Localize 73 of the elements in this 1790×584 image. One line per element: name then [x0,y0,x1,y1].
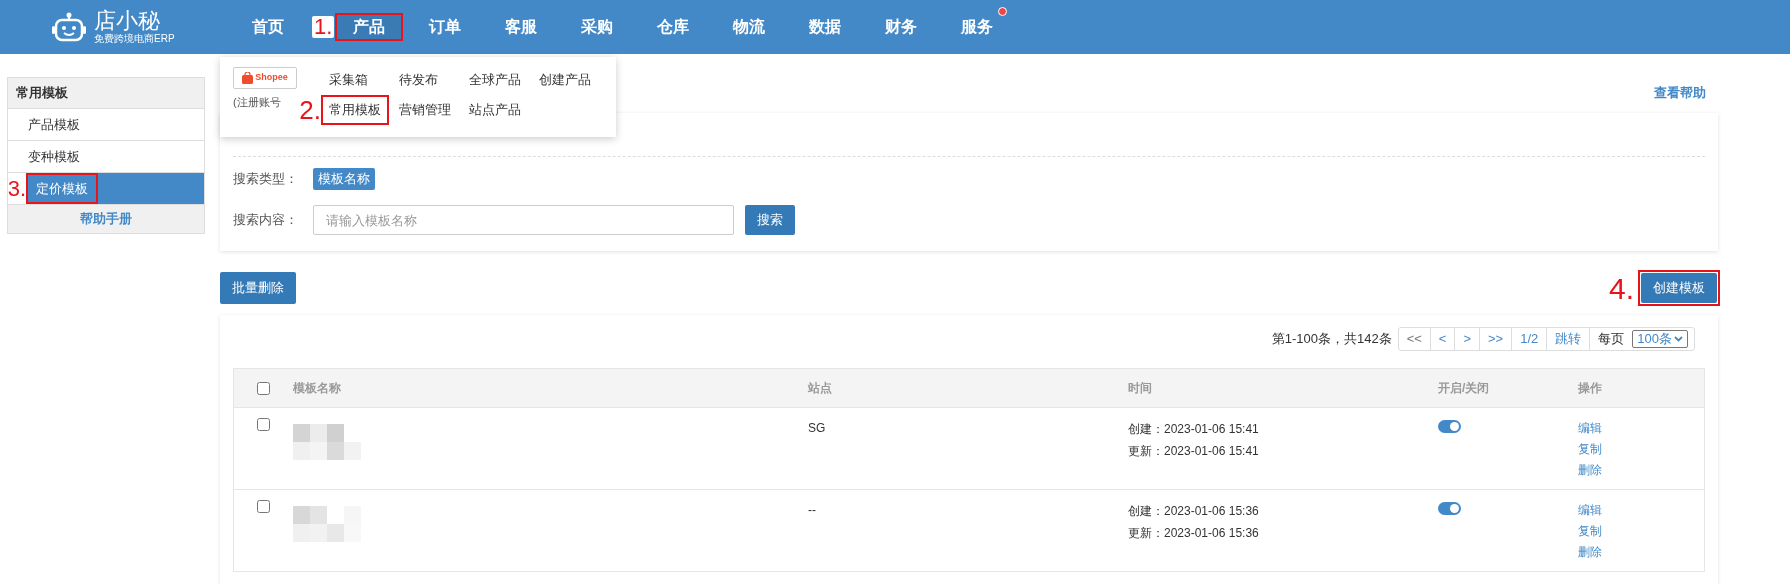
sidebar-item[interactable]: 变种模板 [8,141,204,172]
filter-label: 搜索类型： [233,170,299,189]
menu-item[interactable]: 采集箱 [323,67,374,93]
menu-item[interactable]: 营销管理 [393,97,457,123]
site-cell: -- [808,503,816,517]
sidebar-item[interactable]: 定价模板 [26,173,204,204]
updated-time: 更新：2023-01-06 15:41 [1128,443,1260,460]
menu-item[interactable]: 待发布 [393,67,444,93]
pagination-button[interactable]: 1/2 [1512,328,1548,350]
menu-item[interactable]: 全球产品 [463,67,527,93]
register-note: (注册账号 [233,95,281,110]
blurred-name-drawing [293,424,361,460]
help-manual-link[interactable]: 帮助手册 [8,205,204,233]
nav-tab[interactable]: 产品 [337,15,402,39]
search-field[interactable]: 请输入模板名称 [313,205,734,235]
pagination-button[interactable]: << [1398,328,1431,350]
nav-tab[interactable]: 物流 [717,15,782,39]
blurred-name-drawing [293,506,361,542]
nav-tab[interactable]: 仓库 [641,15,706,39]
nav-tab[interactable]: 财务 [869,15,934,39]
created-time: 创建：2023-01-06 15:36 [1128,503,1260,520]
step-number: 4. [1608,274,1634,304]
filter-label: 搜索内容： [233,211,299,230]
site-cell: SG [808,421,826,435]
select-all-checkbox[interactable] [257,381,270,395]
action-link[interactable]: 删除 [1578,460,1678,481]
step-number: 2. [299,97,321,123]
menu-item[interactable]: 常用模板 [323,97,387,123]
step-number: 1. [312,16,335,38]
column-header: 站点 [808,380,833,397]
page-summary: 第1-100条，共142条 [1271,330,1392,349]
nav-tab[interactable]: 客服 [489,15,554,39]
view-help-link[interactable]: 查看帮助 [1654,82,1706,103]
pagination-button[interactable]: < [1430,328,1456,350]
pagination-button[interactable]: 跳转 [1547,328,1591,350]
updated-time: 更新：2023-01-06 15:36 [1128,525,1260,542]
nav-tab[interactable]: 首页 [236,15,300,39]
column-header: 操作 [1578,380,1603,397]
menu-item[interactable]: 创建产品 [533,67,597,93]
per-page-select[interactable]: 100条 [1632,330,1688,348]
menu-item[interactable]: 站点产品 [463,97,527,123]
sidebar-item[interactable]: 产品模板 [8,109,204,140]
nav-tab[interactable]: 服务 [945,15,1010,39]
nav-tab[interactable]: 采购 [565,15,630,39]
pagination-button[interactable]: >> [1480,328,1513,350]
action-link[interactable]: 复制 [1578,521,1678,542]
toggle-switch[interactable] [1438,420,1461,433]
created-time: 创建：2023-01-06 15:41 [1128,421,1260,438]
nav-tab[interactable]: 订单 [413,15,478,39]
action-link[interactable]: 删除 [1578,542,1678,563]
column-header: 开启/关闭 [1438,380,1491,397]
column-header: 模板名称 [293,380,342,397]
chevron-down-icon [1674,336,1683,342]
nav-tab[interactable]: 数据 [793,15,858,39]
shopee-logo[interactable]: Shopee [233,67,297,89]
logo-tagline: 免费跨境电商ERP [94,34,175,44]
filter-option[interactable]: 模板名称 [313,168,375,190]
per-page-label: 每页 [1597,330,1626,349]
action-link[interactable]: 编辑 [1578,500,1678,521]
robot-logo-icon [52,12,86,42]
toggle-switch[interactable] [1438,502,1461,515]
row-checkbox[interactable] [257,418,270,431]
action-link[interactable]: 编辑 [1578,418,1678,439]
bulk-delete-button[interactable]: 批量删除 [220,272,296,304]
column-header: 时间 [1128,380,1153,397]
sidebar-title: 常用模板 [8,78,204,109]
search-button[interactable]: 搜索 [745,205,795,235]
logo-name: 店小秘 [94,10,161,32]
shopping-bag-icon [242,72,254,84]
create-template-button[interactable]: 创建模板 [1641,273,1717,303]
action-link[interactable]: 复制 [1578,439,1678,460]
row-checkbox[interactable] [257,500,270,513]
pagination-button[interactable]: > [1455,328,1481,350]
